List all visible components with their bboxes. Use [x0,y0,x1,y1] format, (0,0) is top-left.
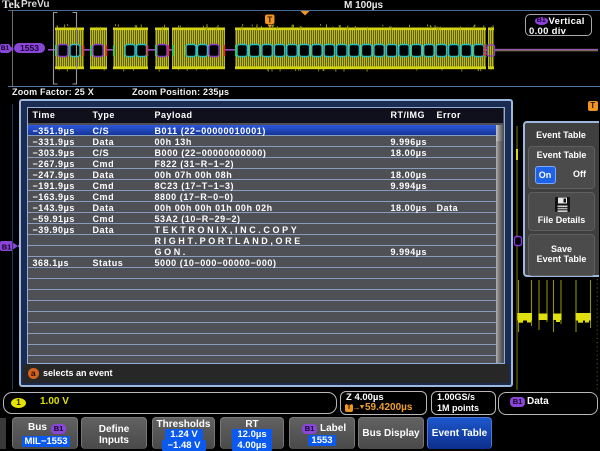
svg-text:T: T [267,15,272,24]
svg-text:B1: B1 [2,242,12,251]
